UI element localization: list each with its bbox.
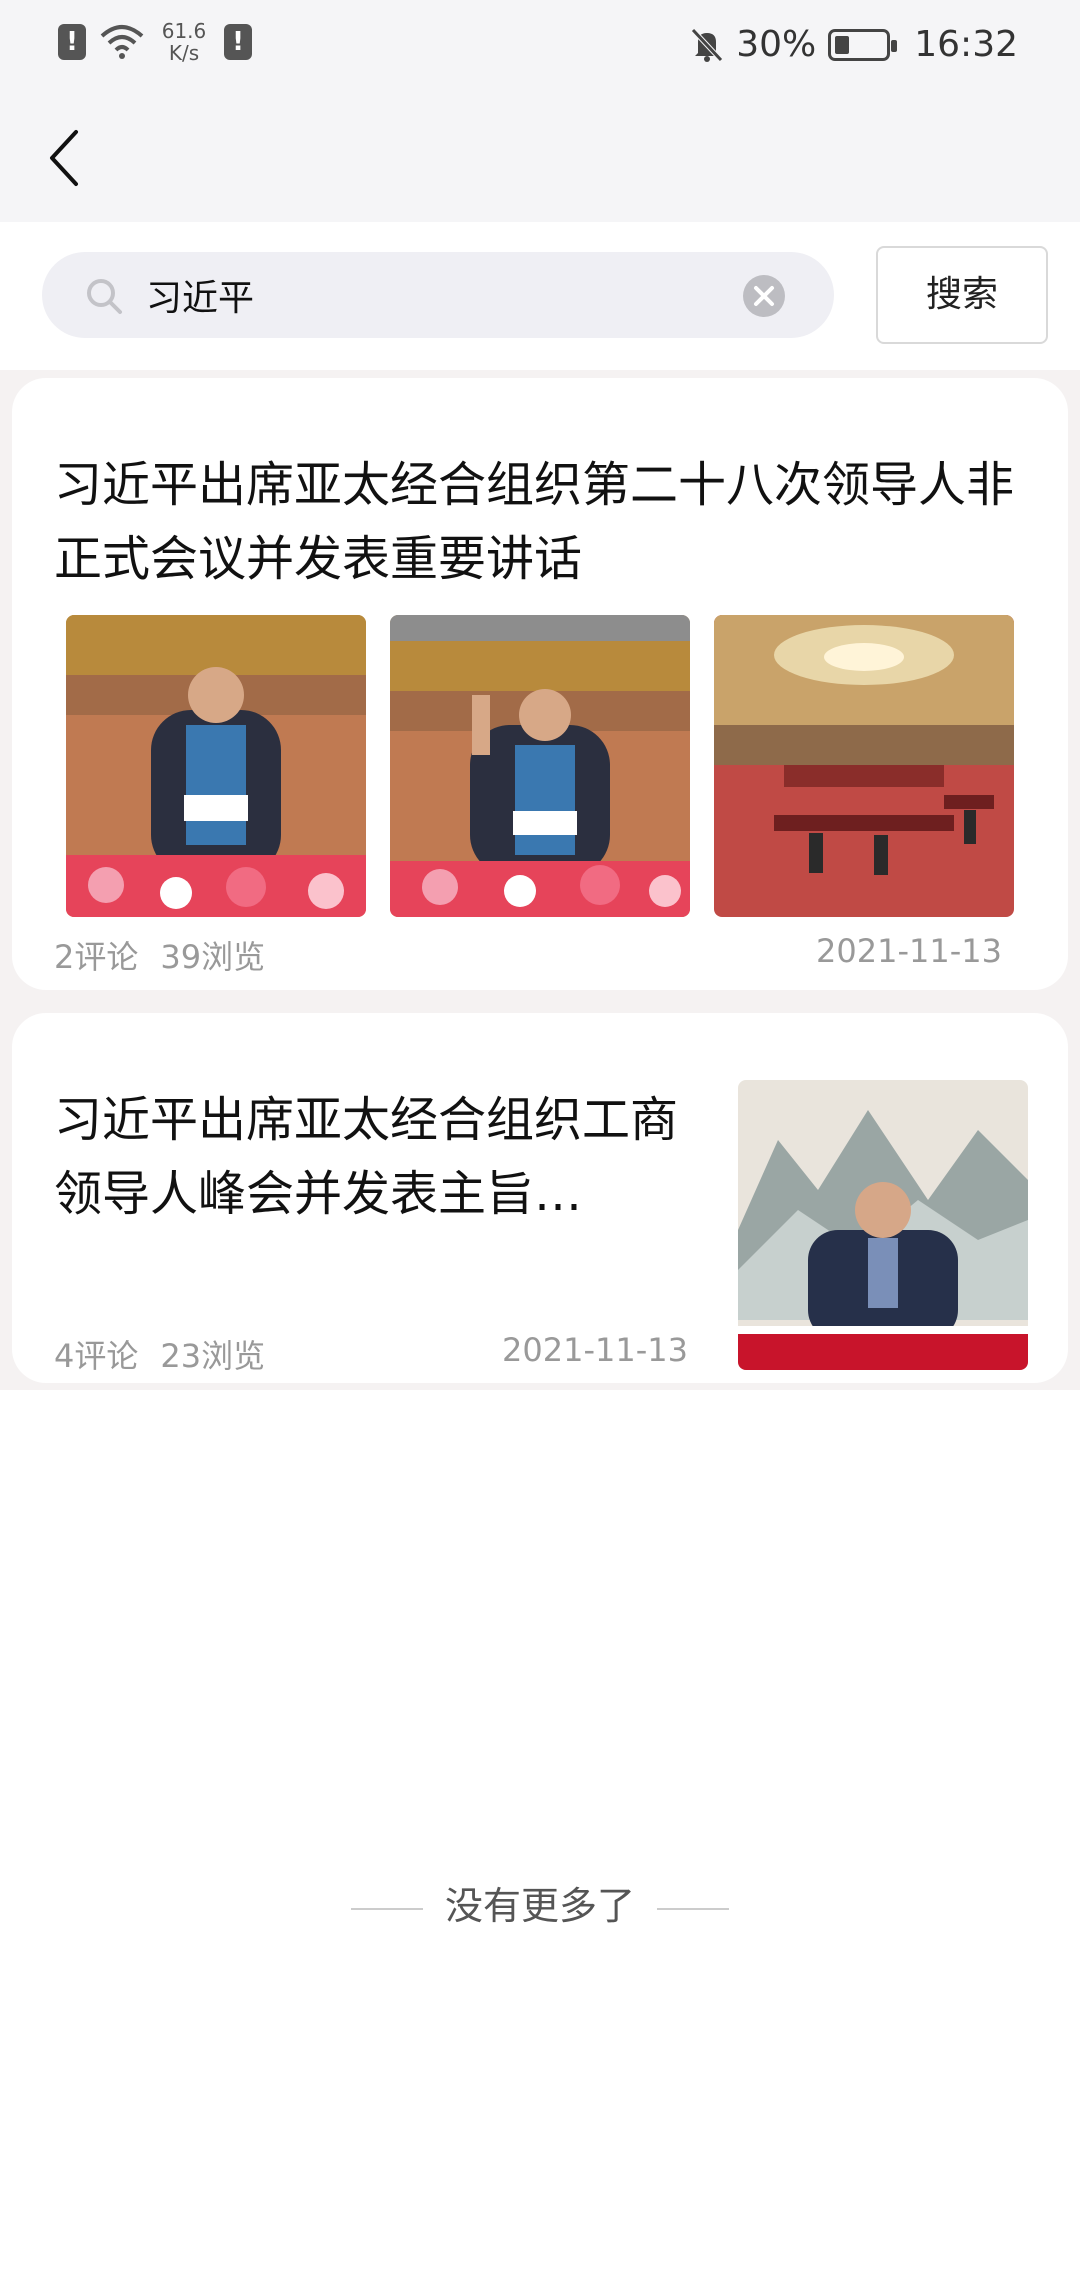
mute-bell-icon	[691, 27, 724, 62]
divider-line	[350, 1907, 423, 1910]
nav-bar	[0, 92, 1080, 222]
photo-leader-waving[interactable]	[390, 615, 690, 917]
network-speed: 61.6 K/s	[158, 20, 210, 64]
result-stats: 4评论 23浏览	[54, 1331, 265, 1377]
clock: 16:32	[914, 24, 1018, 65]
network-speed-value: 61.6	[161, 19, 207, 43]
no-more-text: 没有更多了	[444, 1884, 635, 1928]
battery-level-fill	[835, 35, 850, 54]
photo-leader-landscape-backdrop[interactable]	[738, 1080, 1028, 1370]
divider-line	[657, 1907, 729, 1910]
search-icon	[87, 279, 122, 314]
status-bar: ! 61.6 K/s ! 30% 16:32	[0, 0, 1080, 92]
search-button[interactable]: 搜索	[876, 246, 1048, 344]
status-left: ! 61.6 K/s !	[58, 20, 252, 64]
result-title[interactable]: 习近平出席亚太经合组织工商领导人峰会并发表主旨…	[54, 1083, 704, 1231]
search-input[interactable]	[146, 252, 746, 338]
result-title[interactable]: 习近平出席亚太经合组织第二十八次领导人非正式会议并发表重要讲话	[54, 448, 1044, 596]
results-list: 习近平出席亚太经合组织第二十八次领导人非正式会议并发表重要讲话 2评论 39浏览…	[0, 370, 1080, 2280]
network-speed-unit: K/s	[168, 41, 200, 65]
alert-icon: !	[224, 24, 252, 60]
clear-icon[interactable]	[742, 274, 786, 318]
battery-icon	[828, 28, 898, 61]
alert-icon: !	[58, 24, 86, 60]
image-row	[66, 615, 1026, 917]
view-count: 39浏览	[160, 938, 266, 976]
photo-meeting-hall[interactable]	[714, 615, 1014, 917]
comment-count: 2评论	[54, 938, 139, 976]
result-stats: 2评论 39浏览	[54, 932, 265, 978]
list-bottom-area	[0, 1390, 1080, 2280]
status-right: 30% 16:32	[690, 24, 1018, 65]
result-date: 2021-11-13	[502, 1331, 688, 1369]
search-row: 搜索	[0, 222, 1080, 370]
no-more-indicator: 没有更多了	[0, 1875, 1080, 1930]
wifi-icon	[100, 25, 144, 59]
result-date: 2021-11-13	[816, 932, 1002, 970]
result-card[interactable]: 习近平出席亚太经合组织第二十八次领导人非正式会议并发表重要讲话 2评论 39浏览…	[12, 378, 1068, 990]
search-box[interactable]	[42, 252, 834, 338]
comment-count: 4评论	[54, 1337, 139, 1375]
view-count: 23浏览	[160, 1337, 266, 1375]
battery-percent: 30%	[736, 24, 817, 65]
result-card[interactable]: 习近平出席亚太经合组织工商领导人峰会并发表主旨… 4评论 23浏览 2021-11…	[12, 1013, 1068, 1383]
photo-leader-speaking[interactable]	[66, 615, 366, 917]
back-chevron-icon[interactable]	[40, 122, 90, 192]
